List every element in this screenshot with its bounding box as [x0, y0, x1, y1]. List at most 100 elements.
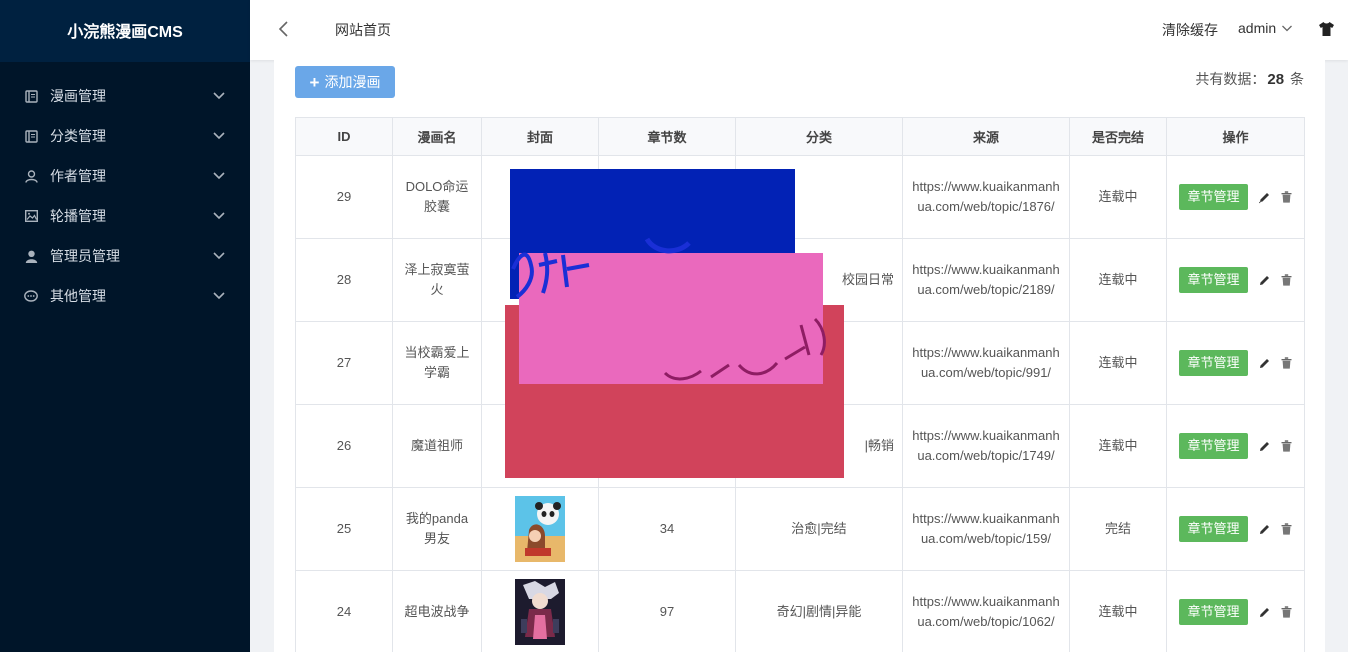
cell-id: 28	[295, 238, 393, 322]
clear-cache-button[interactable]: 清除缓存	[1162, 20, 1218, 40]
cell-category: 奇幻|剧情|异能	[735, 570, 903, 652]
cell-actions: 章节管理	[1166, 487, 1305, 571]
table-row: 25 我的panda男友 34 治愈|完结 https://www.kuaika…	[295, 487, 1305, 571]
chevron-down-icon	[1282, 25, 1293, 32]
add-comic-button[interactable]: + 添加漫画	[295, 66, 395, 98]
pencil-icon[interactable]	[1258, 606, 1271, 619]
app-logo-title: 小浣熊漫画CMS	[0, 0, 250, 62]
trash-icon[interactable]	[1281, 191, 1292, 203]
pencil-icon[interactable]	[1258, 523, 1271, 536]
theme-shirt-icon[interactable]	[1318, 21, 1335, 37]
cell-actions: 章节管理	[1166, 404, 1305, 488]
sidebar-item-carousel[interactable]: 轮播管理	[0, 196, 250, 236]
chapter-manage-button[interactable]: 章节管理	[1179, 433, 1248, 459]
column-header-id: ID	[295, 117, 393, 156]
pencil-icon[interactable]	[1258, 357, 1271, 370]
cell-cover	[481, 570, 599, 652]
total-count: 共有数据： 28 条	[1195, 69, 1304, 89]
sidebar-item-label: 轮播管理	[50, 208, 106, 224]
cell-category: 治愈|完结	[735, 487, 903, 571]
chevron-down-icon	[213, 132, 225, 140]
cell-chapters: 97	[598, 570, 736, 652]
chapter-manage-button[interactable]: 章节管理	[1179, 184, 1248, 210]
column-header-name: 漫画名	[392, 117, 482, 156]
cell-name: DOLO命运胶囊	[392, 155, 482, 239]
cell-status: 连载中	[1069, 321, 1167, 405]
top-header: 网站首页 清除缓存 admin	[250, 0, 1348, 60]
chapter-manage-button[interactable]: 章节管理	[1179, 516, 1248, 542]
sidebar-item-authors[interactable]: 作者管理	[0, 156, 250, 196]
sidebar-menu: 漫画管理 分类管理 作者管理 轮播管理 管理员管理 其他管理	[0, 62, 250, 316]
plus-icon: +	[309, 72, 320, 92]
cell-name: 超电波战争	[392, 570, 482, 652]
sidebar-item-label: 其他管理	[50, 288, 106, 304]
cell-source: https://www.kuaikanmanhua.com/web/topic/…	[902, 570, 1070, 652]
cell-source: https://www.kuaikanmanhua.com/web/topic/…	[902, 321, 1070, 405]
chevron-down-icon	[213, 172, 225, 180]
user-solid-icon	[24, 249, 38, 263]
cell-id: 25	[295, 487, 393, 571]
cell-actions: 章节管理	[1166, 570, 1305, 652]
cell-status: 连载中	[1069, 404, 1167, 488]
cell-status: 完结	[1069, 487, 1167, 571]
cell-name: 当校霸爱上学霸	[392, 321, 482, 405]
cell-source: https://www.kuaikanmanhua.com/web/topic/…	[902, 404, 1070, 488]
trash-icon[interactable]	[1281, 440, 1292, 452]
sidebar-item-other[interactable]: 其他管理	[0, 276, 250, 316]
trash-icon[interactable]	[1281, 357, 1292, 369]
chevron-down-icon	[213, 252, 225, 260]
comic-cover-image	[515, 496, 565, 562]
cell-name: 我的panda男友	[392, 487, 482, 571]
sidebar-item-comics[interactable]: 漫画管理	[0, 76, 250, 116]
column-header-chapters: 章节数	[598, 117, 736, 156]
chevron-down-icon	[213, 92, 225, 100]
cell-chapters: 34	[598, 487, 736, 571]
cell-actions: 章节管理	[1166, 321, 1305, 405]
column-header-actions: 操作	[1166, 117, 1305, 156]
book-icon	[24, 129, 38, 143]
cell-id: 26	[295, 404, 393, 488]
sidebar: 小浣熊漫画CMS 漫画管理 分类管理 作者管理 轮播管理 管理员管理 其他管理	[0, 0, 250, 652]
sidebar-item-label: 管理员管理	[50, 248, 120, 264]
chapter-manage-button[interactable]: 章节管理	[1179, 599, 1248, 625]
total-suffix: 条	[1290, 71, 1304, 87]
sidebar-item-label: 分类管理	[50, 128, 106, 144]
total-prefix: 共有数据：	[1195, 71, 1266, 87]
cell-name: 魔道祖师	[392, 404, 482, 488]
cell-id: 27	[295, 321, 393, 405]
trash-icon[interactable]	[1281, 523, 1292, 535]
user-menu[interactable]: admin	[1238, 20, 1293, 36]
pencil-icon[interactable]	[1258, 191, 1271, 204]
trash-icon[interactable]	[1281, 606, 1292, 618]
column-header-cover: 封面	[481, 117, 599, 156]
pencil-icon[interactable]	[1258, 440, 1271, 453]
chevron-down-icon	[213, 212, 225, 220]
sidebar-item-admins[interactable]: 管理员管理	[0, 236, 250, 276]
sidebar-item-label: 漫画管理	[50, 88, 106, 104]
table-header-row: ID 漫画名 封面 章节数 分类 来源 是否完结 操作	[295, 117, 1305, 156]
cell-name: 泽上寂寞萤火	[392, 238, 482, 322]
cell-status: 连载中	[1069, 155, 1167, 239]
cell-id: 24	[295, 570, 393, 652]
trash-icon[interactable]	[1281, 274, 1292, 286]
cell-actions: 章节管理	[1166, 155, 1305, 239]
overlay-scribble-graphic	[511, 237, 826, 381]
image-icon	[24, 209, 38, 223]
sidebar-item-categories[interactable]: 分类管理	[0, 116, 250, 156]
comic-cover-image	[515, 579, 565, 645]
book-icon	[24, 89, 38, 103]
chapter-manage-button[interactable]: 章节管理	[1179, 267, 1248, 293]
cell-source: https://www.kuaikanmanhua.com/web/topic/…	[902, 155, 1070, 239]
chat-bubble-icon	[24, 289, 38, 303]
sidebar-item-label: 作者管理	[50, 168, 106, 184]
pencil-icon[interactable]	[1258, 274, 1271, 287]
column-header-status: 是否完结	[1069, 117, 1167, 156]
cell-id: 29	[295, 155, 393, 239]
user-outline-icon	[24, 169, 38, 183]
username-label: admin	[1238, 20, 1277, 36]
column-header-category: 分类	[735, 117, 903, 156]
breadcrumb[interactable]: 网站首页	[335, 20, 391, 40]
chapter-manage-button[interactable]: 章节管理	[1179, 350, 1248, 376]
total-number: 28	[1267, 71, 1285, 88]
chevron-left-icon[interactable]	[274, 18, 294, 40]
